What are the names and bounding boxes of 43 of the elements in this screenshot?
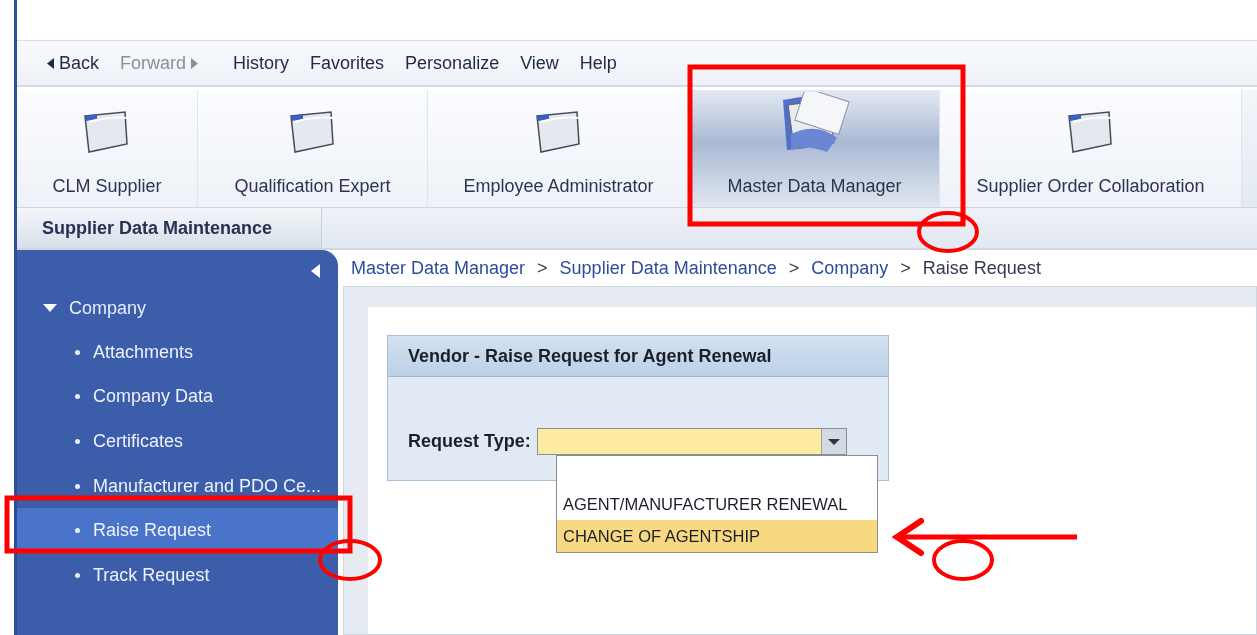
annotation-circle — [318, 539, 382, 581]
bullet-icon — [75, 483, 80, 489]
role-tab[interactable]: Employee Administrator — [428, 90, 690, 207]
tree-item[interactable]: Manufacturer and PDO Ce... — [17, 463, 338, 509]
breadcrumb-link[interactable]: Supplier Data Maintenance — [559, 257, 777, 279]
annotation-circle — [932, 539, 994, 581]
expand-caret-icon — [43, 304, 57, 312]
role-tab[interactable]: Supplier Order Collaboration — [940, 90, 1242, 207]
collapse-arrow-icon[interactable] — [311, 264, 320, 278]
menu-item[interactable]: Help — [579, 52, 617, 74]
breadcrumb-separator: > — [788, 257, 800, 279]
breadcrumb-link[interactable]: Company — [811, 257, 889, 279]
role-tab[interactable]: Master Data Manager — [690, 90, 940, 207]
breadcrumb-separator: > — [537, 257, 548, 279]
back-arrow-icon — [47, 57, 54, 69]
tree-item[interactable]: Track Request — [17, 552, 338, 598]
forward-arrow-icon — [191, 57, 199, 69]
bullet-icon — [75, 528, 80, 534]
role-tab[interactable]: CLM Supplier — [17, 90, 198, 207]
role-tab[interactable]: Qualification Expert — [198, 90, 428, 207]
tree-item[interactable]: Company Data — [17, 374, 338, 420]
tree-item[interactable]: Attachments — [17, 330, 338, 375]
menu-item[interactable]: View — [520, 52, 559, 74]
annotation-circle — [917, 211, 979, 253]
tree-item[interactable]: Certificates — [17, 419, 338, 464]
dropdown-option[interactable]: CHANGE OF AGENTSHIP — [557, 520, 877, 552]
bullet-icon — [75, 349, 80, 355]
bullet-icon — [75, 394, 80, 400]
breadcrumb-separator: > — [900, 257, 911, 279]
bullet-icon — [75, 439, 80, 444]
breadcrumb-link[interactable]: Master Data Manager — [351, 257, 526, 279]
sub-tab[interactable]: Supplier Data Maintenance — [17, 208, 322, 248]
request-type-dropdown[interactable] — [536, 428, 847, 455]
field-label: Request Type: — [408, 431, 531, 452]
tree-node[interactable]: Company — [17, 286, 338, 330]
breadcrumb-current: Raise Request — [922, 257, 1041, 279]
menu-item[interactable]: History — [233, 52, 290, 74]
menu-item[interactable]: Back — [47, 52, 100, 74]
bullet-icon — [75, 572, 80, 578]
menu-item[interactable]: Personalize — [405, 52, 500, 74]
dropdown-caret-icon — [820, 429, 846, 454]
panel-title: Vendor - Raise Request for Agent Renewal — [388, 336, 888, 377]
menu-item[interactable]: Favorites — [310, 52, 385, 74]
